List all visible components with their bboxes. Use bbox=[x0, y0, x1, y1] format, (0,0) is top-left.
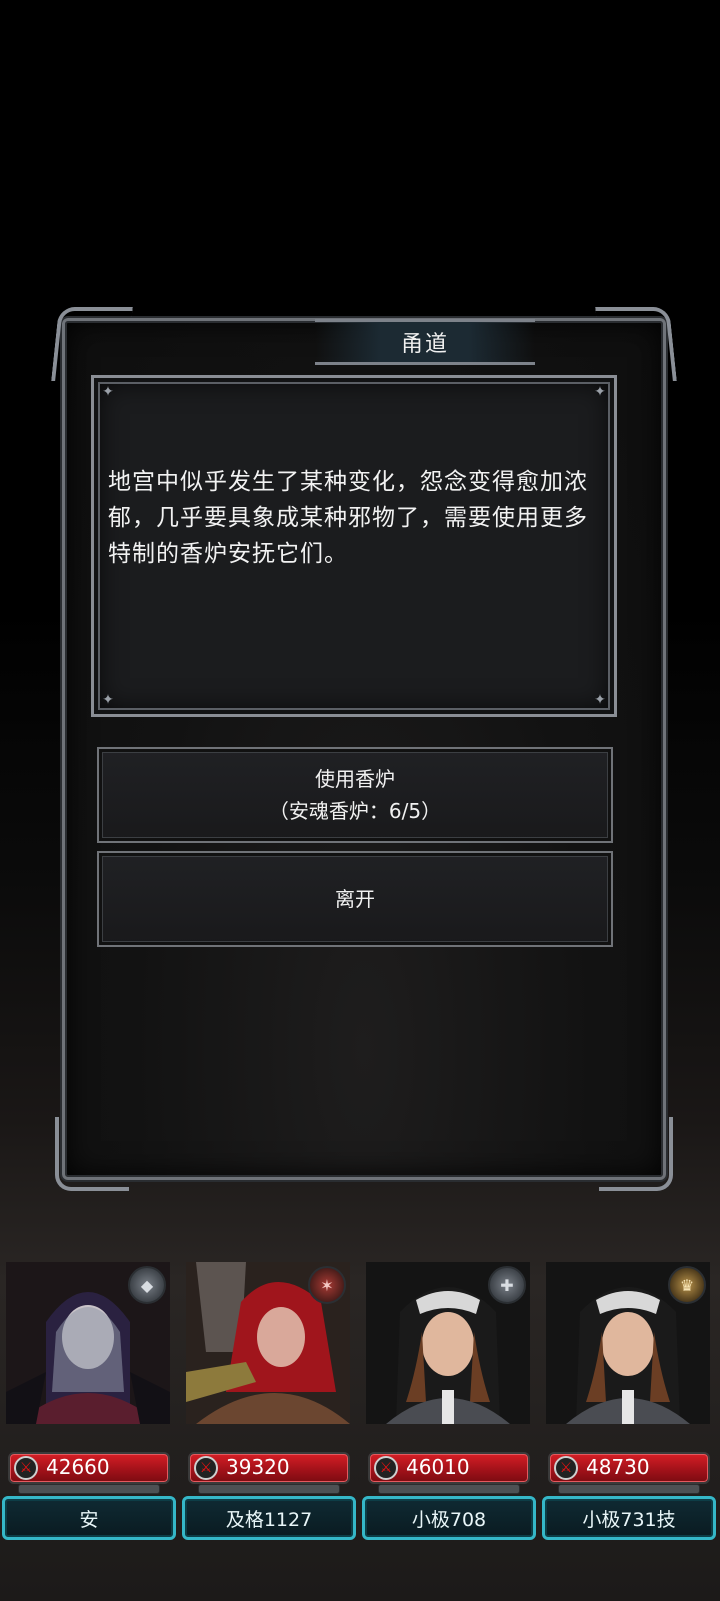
hero-name: 小极708 bbox=[362, 1496, 536, 1540]
frame-corner-ornament bbox=[595, 307, 677, 381]
event-dialog: 甬道 ✦ ✦ ✦ ✦ 地宫中似乎发生了某种变化，怨念变得愈加浓郁，几乎要具象成某… bbox=[51, 307, 677, 1191]
option-label: 离开 bbox=[335, 887, 375, 911]
hp-value: 39320 bbox=[226, 1455, 290, 1479]
sparkle-icon: ✦ bbox=[102, 384, 114, 400]
energy-bar bbox=[18, 1484, 160, 1494]
sparkle-icon: ✦ bbox=[594, 384, 606, 400]
cross-badge-icon: ✚ bbox=[488, 1266, 526, 1304]
sword-icon: ⚔ bbox=[374, 1456, 398, 1480]
flame-badge-icon: ✶ bbox=[308, 1266, 346, 1304]
sword-icon: ⚔ bbox=[14, 1456, 38, 1480]
hp-bar: ⚔ 39320 bbox=[188, 1452, 350, 1484]
sword-icon: ⚔ bbox=[194, 1456, 218, 1480]
description-panel: ✦ ✦ ✦ ✦ 地宫中似乎发生了某种变化，怨念变得愈加浓郁，几乎要具象成某种邪物… bbox=[91, 375, 617, 717]
energy-bar bbox=[198, 1484, 340, 1494]
dialog-title-bar: 甬道 bbox=[295, 313, 555, 371]
use-censer-button[interactable]: 使用香炉 （安魂香炉：6/5） bbox=[97, 747, 613, 843]
hp-bar: ⚔ 42660 bbox=[8, 1452, 170, 1484]
hp-value: 48730 bbox=[586, 1455, 650, 1479]
party-member[interactable]: ◆ ⚔ 42660 安 bbox=[0, 1262, 176, 1542]
party-member[interactable]: ♛ ⚔ 48730 小极731技 bbox=[540, 1262, 716, 1542]
frame-corner-ornament bbox=[599, 1117, 673, 1191]
hp-bar: ⚔ 48730 bbox=[548, 1452, 710, 1484]
party-member[interactable]: ✚ ⚔ 46010 小极708 bbox=[360, 1262, 536, 1542]
energy-bar bbox=[378, 1484, 520, 1494]
option-sublabel: （安魂香炉：6/5） bbox=[268, 799, 442, 823]
hero-name: 安 bbox=[2, 1496, 176, 1540]
sword-icon: ⚔ bbox=[554, 1456, 578, 1480]
energy-bar bbox=[558, 1484, 700, 1494]
option-label: 使用香炉 bbox=[315, 767, 395, 791]
hp-bar: ⚔ 46010 bbox=[368, 1452, 530, 1484]
hero-name: 小极731技 bbox=[542, 1496, 716, 1540]
hood-badge-icon: ◆ bbox=[128, 1266, 166, 1304]
sparkle-icon: ✦ bbox=[102, 692, 114, 708]
hp-value: 46010 bbox=[406, 1455, 470, 1479]
frame-corner-ornament bbox=[51, 307, 133, 381]
leave-button[interactable]: 离开 bbox=[97, 851, 613, 947]
frame-corner-ornament bbox=[55, 1117, 129, 1191]
party-member[interactable]: ✶ ⚔ 39320 及格1127 bbox=[180, 1262, 356, 1542]
sparkle-icon: ✦ bbox=[594, 692, 606, 708]
event-description: 地宫中似乎发生了某种变化，怨念变得愈加浓郁，几乎要具象成某种邪物了，需要使用更多… bbox=[108, 469, 588, 567]
party-bar: ◆ ⚔ 42660 安 ✶ ⚔ 39320 及格1127 ✚ ⚔ 46010 小… bbox=[0, 1262, 720, 1542]
dialog-title: 甬道 bbox=[400, 332, 449, 357]
crown-badge-icon: ♛ bbox=[668, 1266, 706, 1304]
hp-value: 42660 bbox=[46, 1455, 110, 1479]
hero-name: 及格1127 bbox=[182, 1496, 356, 1540]
